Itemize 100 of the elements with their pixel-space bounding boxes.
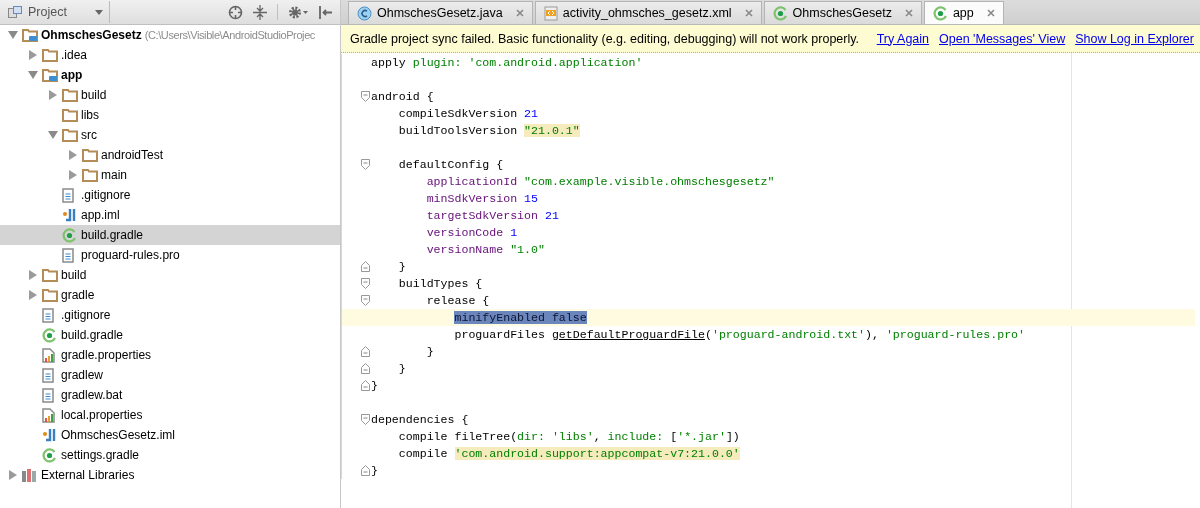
view-selector[interactable]: Project [2, 1, 110, 23]
project-path: (C:\Users\Visible\AndroidStudioProjec [144, 29, 315, 41]
fold-end-marker-icon[interactable] [361, 346, 370, 357]
close-icon[interactable] [515, 9, 524, 17]
code-line: } [371, 379, 378, 392]
fold-end-marker-icon[interactable] [361, 465, 370, 476]
text-file-icon [42, 307, 54, 323]
collapse-arrow-icon[interactable] [28, 71, 38, 79]
gradle-file-icon [932, 5, 948, 21]
collapse-arrow-icon[interactable] [48, 131, 58, 139]
expand-arrow-icon[interactable] [9, 470, 17, 480]
editor-tab[interactable]: app [923, 1, 1004, 24]
fold-marker-icon[interactable] [361, 414, 370, 425]
collapse-arrow-icon[interactable] [8, 31, 18, 39]
code-line: } [425, 345, 434, 358]
hide-panel-icon[interactable] [318, 4, 332, 20]
locate-icon[interactable] [228, 4, 243, 20]
expand-arrow-icon[interactable] [29, 50, 37, 60]
folder-icon [42, 48, 58, 62]
fold-marker-icon[interactable] [361, 91, 370, 102]
code-line: } [397, 362, 406, 375]
close-icon[interactable] [904, 9, 913, 17]
tree-item[interactable]: gradlew [0, 365, 340, 385]
project-view-icon [8, 6, 22, 18]
fold-end-marker-icon[interactable] [361, 363, 370, 374]
tree-item[interactable]: build.gradle [0, 225, 340, 245]
fold-end-marker-icon[interactable] [361, 380, 370, 391]
settings-icon[interactable] [288, 4, 308, 20]
close-icon[interactable] [986, 9, 995, 17]
libraries-icon [22, 468, 36, 482]
fold-marker-icon[interactable] [361, 278, 370, 289]
expand-arrow-icon[interactable] [29, 290, 37, 300]
gradle-file-icon [772, 5, 788, 21]
folder-icon [62, 108, 78, 122]
tree-item[interactable]: settings.gradle [0, 445, 340, 465]
tree-item[interactable]: .gitignore [0, 305, 340, 325]
text-file-icon [42, 387, 54, 403]
code-line: compileSdkVersion 21 [397, 107, 538, 120]
tree-item[interactable]: build [0, 265, 340, 285]
dropdown-arrow-icon [95, 9, 103, 15]
expand-arrow-icon[interactable] [49, 90, 57, 100]
code-line: defaultConfig { [397, 158, 504, 171]
tree-item[interactable]: main [0, 165, 340, 185]
fold-end-marker-icon[interactable] [361, 261, 370, 272]
code-line: } [371, 464, 378, 477]
text-file-icon [62, 187, 74, 203]
tree-item[interactable]: src [0, 125, 340, 145]
tree-item[interactable]: app [0, 65, 340, 85]
banner-link[interactable]: Open 'Messages' View [939, 31, 1066, 46]
code-line: targetSdkVersion 21 [425, 209, 559, 222]
tree-item[interactable]: gradle.properties [0, 345, 340, 365]
code-line: android { [371, 90, 434, 103]
code-line: buildToolsVersion "21.0.1" [397, 124, 580, 137]
code-line: compile fileTree(dir: 'libs', include: ['*.jar']) [397, 430, 740, 443]
expand-arrow-icon[interactable] [69, 150, 77, 160]
tree-item[interactable]: build [0, 85, 340, 105]
collapse-all-icon[interactable] [253, 4, 267, 20]
tree-item[interactable]: .idea [0, 45, 340, 65]
code-line: } [397, 260, 406, 273]
module-folder-icon [22, 28, 38, 42]
code-line: versionName "1.0" [425, 243, 545, 256]
tree-item[interactable]: .gitignore [0, 185, 340, 205]
fold-marker-icon[interactable] [361, 295, 370, 306]
tree-item[interactable]: proguard-rules.pro [0, 245, 340, 265]
tree-item[interactable]: OhmschesGesetz.iml [0, 425, 340, 445]
properties-file-icon [42, 347, 55, 363]
editor-tab[interactable]: activity_ohmsches_gesetz.xml [534, 1, 762, 24]
tree-item[interactable]: libs [0, 105, 340, 125]
text-file-icon [42, 367, 54, 383]
banner-link[interactable]: Show Log in Explorer [1075, 31, 1194, 46]
class-file-icon [357, 5, 372, 21]
editor-tab[interactable]: OhmschesGesetz [763, 1, 922, 24]
expand-arrow-icon[interactable] [69, 170, 77, 180]
text-file-icon [62, 247, 74, 263]
folder-icon [82, 148, 98, 162]
tree-item[interactable]: gradle [0, 285, 340, 305]
editor-tab[interactable]: OhmschesGesetz.java [348, 1, 533, 24]
expand-arrow-icon[interactable] [29, 270, 37, 280]
tree-item[interactable]: app.iml [0, 205, 340, 225]
code-line: compile 'com.android.support:appcompat-v7:21.0.0' [397, 447, 740, 460]
folder-icon [82, 168, 98, 182]
folder-icon [42, 288, 58, 302]
code-line: minSdkVersion 15 [425, 192, 538, 205]
code-line: buildTypes { [397, 277, 483, 290]
properties-file-icon [42, 407, 55, 423]
close-icon[interactable] [744, 9, 753, 17]
gradle-file-icon [42, 447, 57, 463]
tree-item[interactable]: OhmschesGesetz (C:\Users\Visible\AndroidStudioProjec [0, 25, 340, 45]
module-folder-icon [42, 68, 58, 82]
gradle-file-icon [62, 227, 77, 243]
xml-file-icon [543, 5, 558, 21]
tree-item[interactable]: local.properties [0, 405, 340, 425]
code-line: proguardFiles getDefaultProguardFile('proguard-android.txt'), 'proguard-rules.pro' [453, 328, 1026, 341]
banner-link[interactable]: Try Again [876, 31, 930, 46]
fold-marker-icon[interactable] [361, 159, 370, 170]
tree-item[interactable]: gradlew.bat [0, 385, 340, 405]
tree-item[interactable]: build.gradle [0, 325, 340, 345]
folder-icon [42, 268, 58, 282]
tree-item[interactable]: External Libraries [0, 465, 340, 485]
tree-item[interactable]: androidTest [0, 145, 340, 165]
